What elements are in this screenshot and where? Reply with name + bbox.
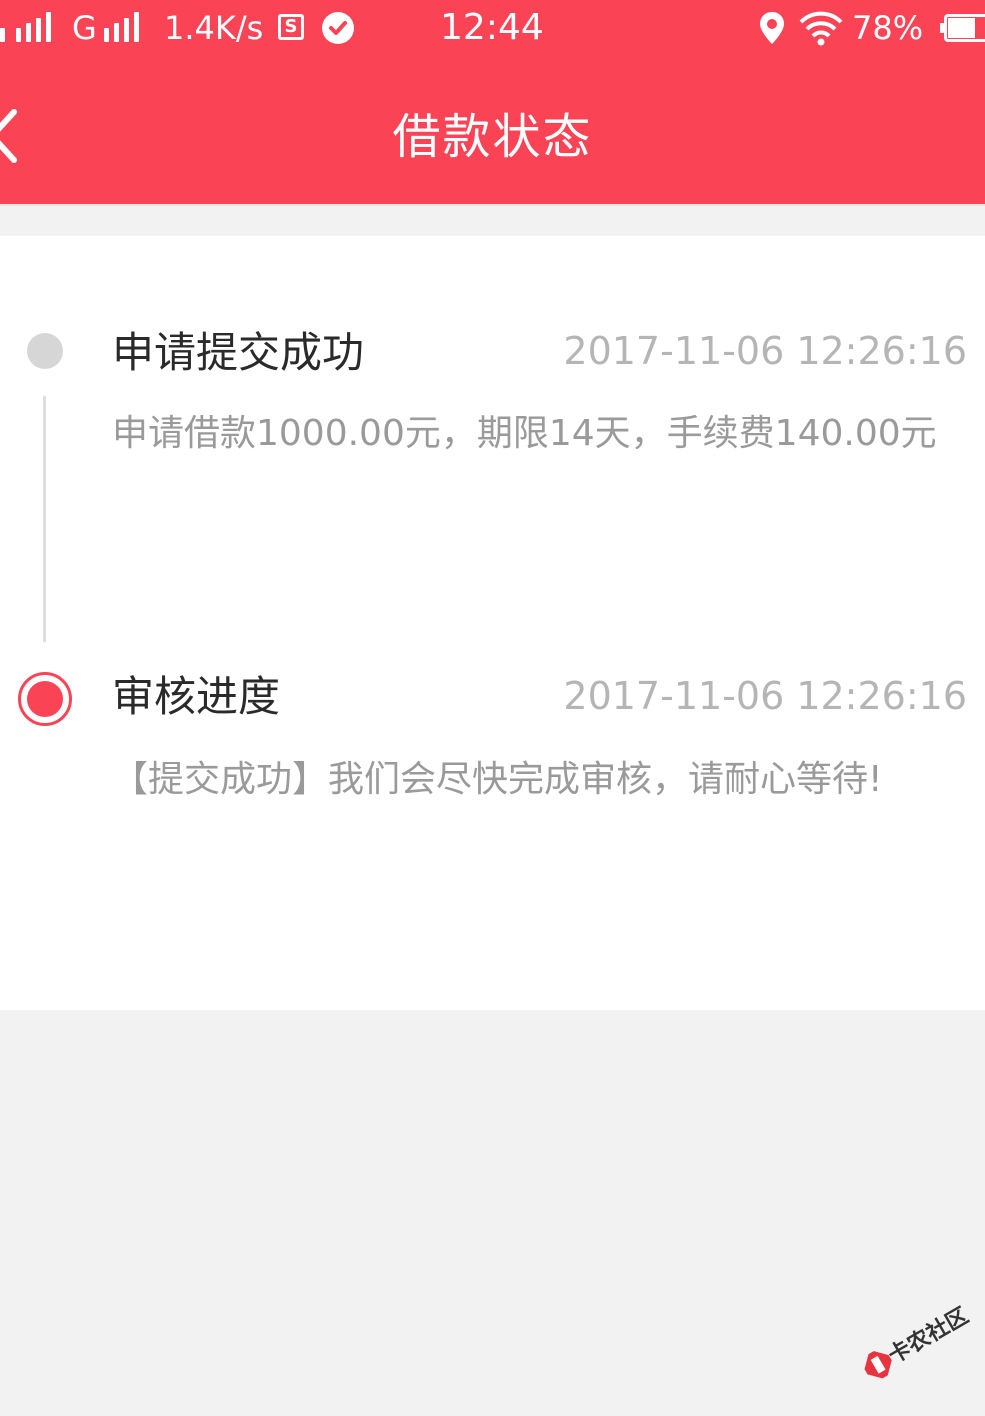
status-bar: G 1.4K/s S 12:44 78% [0,0,985,56]
clock: 12:44 [440,7,544,48]
step-title: 审核进度 [112,672,281,721]
step-title: 申请提交成功 [112,328,365,377]
timeline-dot-inactive [27,333,63,369]
timeline-dot-active [18,672,72,726]
watermark-text: 卡农社区 [884,1303,973,1370]
battery-percent: 78% [852,9,924,47]
check-circle-icon [322,12,354,44]
watermark: 卡农社区 [845,1285,973,1396]
step-description: 【提交成功】我们会尽快完成审核，请耐心等待! [112,759,883,800]
sim-icon: S [278,14,304,40]
step-time: 2017-11-06 12:26:16 [563,329,967,373]
loan-status-card: 申请提交成功 2017-11-06 12:26:16 申请借款1000.00元，… [0,236,985,1010]
signal-icon [104,12,152,42]
nav-bar: 借款状态 [0,56,985,206]
network-type-label: G [72,9,97,47]
step-time: 2017-11-06 12:26:16 [563,674,967,718]
signal-icon [0,12,60,42]
timeline-connector [43,396,46,642]
network-speed: 1.4K/s [164,9,264,47]
wifi-icon [799,11,843,46]
location-icon [760,12,784,44]
step-description: 申请借款1000.00元，期限14天，手续费140.00元 [112,413,937,454]
page-title: 借款状态 [392,109,593,165]
battery-icon [940,14,985,42]
